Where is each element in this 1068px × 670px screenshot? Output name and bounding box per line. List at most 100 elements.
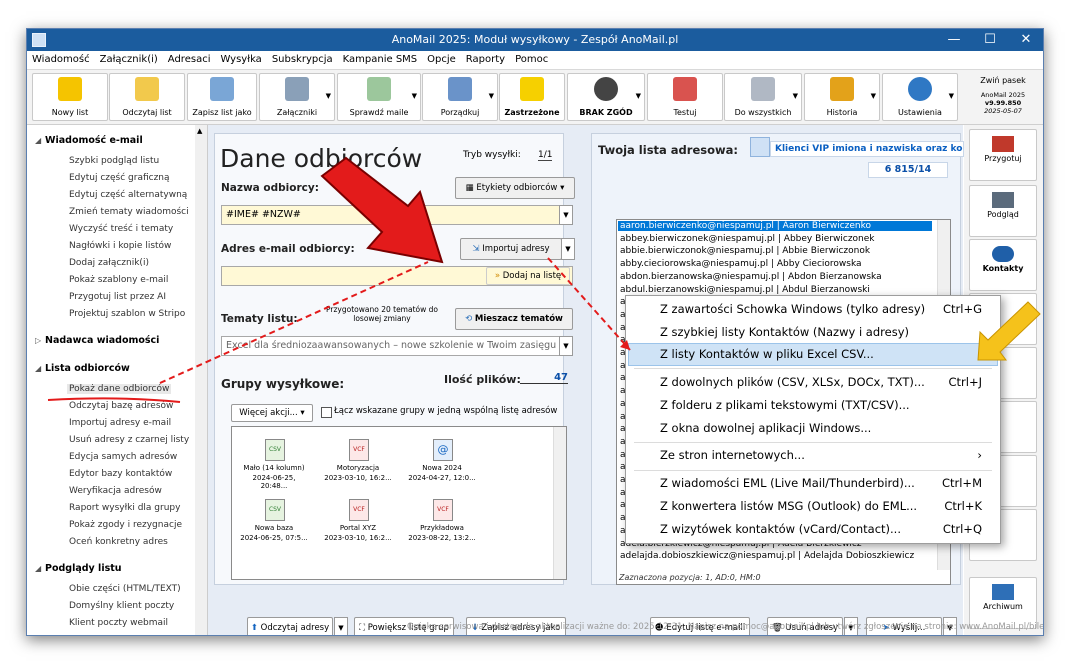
import-dropdown-button[interactable]: ▼ xyxy=(561,238,575,260)
read-addresses-button[interactable]: ⬆ Odczytaj adresy xyxy=(247,617,333,635)
menu-item-msg[interactable]: Z konwertera listów MSG (Outlook) do EML… xyxy=(660,499,917,513)
sidebar-item[interactable]: Zmień tematy wiadomości xyxy=(69,207,189,217)
menu-opcje[interactable]: Opcje xyxy=(422,51,461,69)
chevron-down-icon[interactable]: ▼ xyxy=(334,617,348,635)
groups-list[interactable]: CSV Mało (14 kolumn) 2024-06-25, 20:48..… xyxy=(231,426,567,580)
sidebar-item[interactable]: Obie części (HTML/TEXT) xyxy=(69,584,181,594)
new-letter-button[interactable]: Nowy list xyxy=(32,73,108,121)
recipient-labels-button[interactable]: ▦ Etykiety odbiorców ▾ xyxy=(455,177,575,199)
save-letter-button[interactable]: Zapisz list jako xyxy=(187,73,257,121)
sidebar-item[interactable]: Weryfikacja adresów xyxy=(69,486,162,496)
menu-item-folder[interactable]: Z folderu z plikami tekstowymi (TXT/CSV)… xyxy=(660,398,910,412)
sidebar-item[interactable]: Edytuj część alternatywną xyxy=(69,190,187,200)
attachments-button[interactable]: Załączniki ▼ xyxy=(259,73,335,121)
section-podglady[interactable]: ◢ Podglądy listu xyxy=(35,563,122,574)
sidebar-item[interactable]: Oceń konkretny adres xyxy=(69,537,168,547)
sidebar-item[interactable]: Wyczyść treść i tematy xyxy=(69,224,173,234)
menu-item-excel-csv[interactable]: Z listy Kontaktów w pliku Excel CSV... xyxy=(660,347,874,361)
section-wiadomosc[interactable]: ◢ Wiadomość e-mail xyxy=(35,135,143,146)
menu-item-eml[interactable]: Z wiadomości EML (Live Mail/Thunderbird)… xyxy=(660,476,915,490)
group-name[interactable]: Nowa baza xyxy=(239,524,309,532)
section-nadawca[interactable]: ▷ Nadawca wiadomości xyxy=(35,335,159,346)
contacts-button[interactable]: Kontakty xyxy=(969,239,1037,291)
address-row[interactable]: abdon.bierzanowska@niespamuj.pl | Abdon … xyxy=(620,272,882,282)
menu-bar: Wiadomość Załącznik(i) Adresaci Wysyłka Subs… xyxy=(27,51,1043,70)
send-all-button[interactable]: Do wszystkich ▼ xyxy=(724,73,802,121)
settings-button[interactable]: Ustawienia ▼ xyxy=(882,73,958,121)
close-button[interactable]: ✕ xyxy=(1009,29,1043,51)
sidebar-item[interactable]: Domyślny klient poczty xyxy=(69,601,174,611)
menu-item-app-window[interactable]: Z okna dowolnej aplikacji Windows... xyxy=(660,421,871,435)
group-name[interactable]: Przykładowa xyxy=(407,524,477,532)
sidebar-item[interactable]: Pokaż szablony e-mail xyxy=(69,275,168,285)
chevron-down-icon[interactable]: ▼ xyxy=(559,336,573,356)
sidebar-item[interactable]: Projektuj szablon w Stripo xyxy=(69,309,185,319)
sidebar-item[interactable]: Importuj adresy e-mail xyxy=(69,418,171,428)
group-name[interactable]: Mało (14 kolumn) xyxy=(239,464,309,472)
group-date: 2024-06-25, 20:48... xyxy=(252,474,296,490)
maximize-button[interactable]: ☐ xyxy=(973,29,1007,51)
sidebar-scrollbar[interactable]: ▲ xyxy=(195,125,208,635)
history-icon xyxy=(830,77,854,101)
section-lista-odbiorcow[interactable]: ◢ Lista odbiorców xyxy=(35,363,130,374)
no-consent-button[interactable]: BRAK ZGÓD ▼ xyxy=(567,73,645,121)
vcf-file-icon: VCF xyxy=(433,499,453,521)
group-name[interactable]: Nowa 2024 xyxy=(407,464,477,472)
recipient-name-field[interactable]: #IME# #NZW# xyxy=(221,205,573,225)
address-row[interactable]: abbie.bierwiczonok@niespamuj.pl | Abbie … xyxy=(620,246,870,256)
groups-scrollbar[interactable] xyxy=(553,427,566,579)
sidebar-item[interactable]: Edycja samych adresów xyxy=(69,452,177,462)
sidebar-item[interactable]: Edytor bazy kontaktów xyxy=(69,469,172,479)
sidebar-item[interactable]: Pokaż zgody i rezygnacje xyxy=(69,520,182,530)
menu-item-quick-contacts[interactable]: Z szybkiej listy Kontaktów (Nazwy i adre… xyxy=(660,325,909,339)
menu-item-vcard[interactable]: Z wizytówek kontaktów (vCard/Contact)... xyxy=(660,522,901,536)
test-button[interactable]: Testuj xyxy=(647,73,723,121)
menu-zalaczniki[interactable]: Załącznik(i) xyxy=(95,51,163,69)
vip-list-link[interactable]: Klienci VIP imiona i nazwiska oraz kody xyxy=(770,141,964,157)
address-row[interactable]: abbey.bierwiczonek@niespamuj.pl | Abbey … xyxy=(620,234,875,244)
group-name[interactable]: Portal XYZ xyxy=(323,524,393,532)
menu-wiadomosc[interactable]: Wiadomość xyxy=(27,51,95,69)
menu-item-any-files[interactable]: Z dowolnych plików (CSV, XLSx, DOCx, TXT… xyxy=(660,375,925,389)
sidebar-item[interactable]: Edytuj część graficzną xyxy=(69,173,170,183)
menu-separator xyxy=(634,442,992,443)
address-row[interactable]: abdul.bierzanowski@niespamuj.pl | Abdul … xyxy=(620,285,870,295)
sidebar-item[interactable]: Klient poczty webmail xyxy=(69,618,168,628)
join-groups-checkbox[interactable] xyxy=(321,407,332,418)
address-row[interactable]: adelajda.dobioszkiewicz@niespamuj.pl | A… xyxy=(620,551,914,561)
sidebar-item[interactable]: Dodaj załącznik(i) xyxy=(69,258,149,268)
menu-kampanie-sms[interactable]: Kampanie SMS xyxy=(338,51,423,69)
menu-raporty[interactable]: Raporty xyxy=(461,51,510,69)
menu-subskrypcja[interactable]: Subskrypcja xyxy=(267,51,338,69)
history-button[interactable]: Historia ▼ xyxy=(804,73,880,121)
minimize-button[interactable]: — xyxy=(937,29,971,51)
menu-item-clipboard[interactable]: Z zawartości Schowka Windows (tylko adre… xyxy=(660,302,925,316)
sidebar-item-selected[interactable]: Pokaż dane odbiorców xyxy=(67,384,172,394)
more-actions-button[interactable]: Więcej akcji... ▾ xyxy=(231,404,313,422)
menu-pomoc[interactable]: Pomoc xyxy=(510,51,553,69)
sidebar-item[interactable]: Szybki podgląd listu xyxy=(69,156,159,166)
sidebar-item[interactable]: Raport wysyłki dla grupy xyxy=(69,503,180,513)
preview-button[interactable]: Podgląd xyxy=(969,185,1037,237)
sidebar-item[interactable]: Usuń adresy z czarnej listy xyxy=(69,435,189,445)
sidebar-item[interactable]: Nagłówki i kopie listów xyxy=(69,241,171,251)
subject-field[interactable]: Excel dla średniozaawansowanych – nowe s… xyxy=(221,336,573,356)
restricted-button[interactable]: Zastrzeżone xyxy=(499,73,565,121)
address-row[interactable]: abby.cieciorowska@niespamuj.pl | Abby Ci… xyxy=(620,259,862,269)
organize-button[interactable]: Porządkuj ▼ xyxy=(422,73,498,121)
collapse-toolbar-button[interactable]: Zwiń pasek xyxy=(964,76,1042,85)
menu-wysylka[interactable]: Wysyłka xyxy=(215,51,266,69)
open-letter-button[interactable]: Odczytaj list xyxy=(109,73,185,121)
subject-mixer-button[interactable]: ⟲ Mieszacz tematów xyxy=(455,308,573,330)
sidebar-item[interactable]: Odczytaj bazę adresów xyxy=(69,401,173,411)
sidebar-item[interactable]: Przygotuj list przez AI xyxy=(69,292,166,302)
group-name[interactable]: Motoryzacja xyxy=(323,464,393,472)
add-to-list-button[interactable]: » Dodaj na listę xyxy=(486,267,570,285)
menu-adresaci[interactable]: Adresaci xyxy=(163,51,216,69)
import-addresses-button[interactable]: ⇲ Importuj adresy xyxy=(460,238,562,260)
check-mail-button[interactable]: Sprawdź maile ▼ xyxy=(337,73,421,121)
address-row[interactable]: aaron.bierwiczenko@niespamuj.pl | Aaron … xyxy=(618,221,932,231)
menu-item-websites[interactable]: Ze stron internetowych... xyxy=(660,448,805,462)
prepare-button[interactable]: Przygotuj xyxy=(969,129,1037,181)
chevron-down-icon[interactable]: ▼ xyxy=(559,205,573,225)
